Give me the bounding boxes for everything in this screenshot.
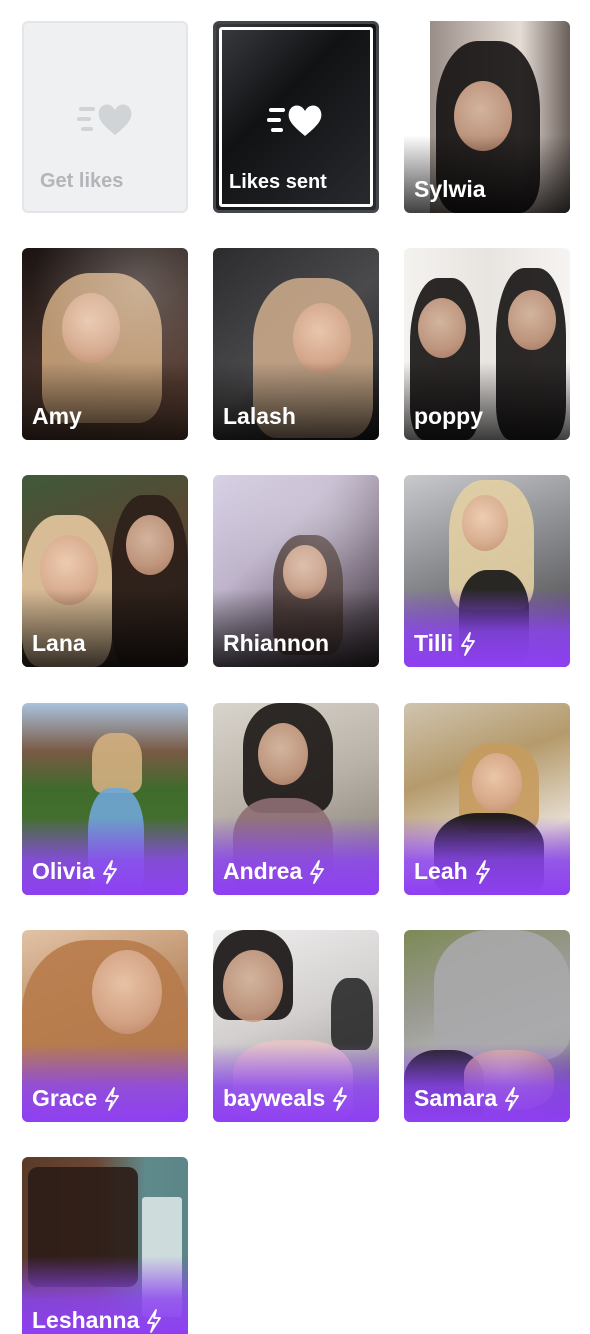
boost-bolt-icon xyxy=(147,1308,162,1333)
boost-bolt-icon xyxy=(310,859,325,884)
boost-bolt-icon xyxy=(105,1086,120,1111)
profile-name: bayweals xyxy=(223,1085,349,1112)
boost-bolt-icon xyxy=(102,859,117,884)
profile-card[interactable]: Lalash xyxy=(213,248,379,440)
profile-card[interactable]: Sylwia xyxy=(404,21,570,213)
profile-card[interactable]: Andrea xyxy=(213,703,379,895)
profile-card[interactable]: poppy xyxy=(404,248,570,440)
profile-name: poppy xyxy=(414,403,483,429)
profile-card[interactable]: Leah xyxy=(404,703,570,895)
profile-name: Andrea xyxy=(223,858,326,885)
boost-bolt-icon xyxy=(333,1086,348,1111)
profile-card[interactable]: Lana xyxy=(22,475,188,667)
profile-name: Grace xyxy=(32,1085,121,1112)
boost-bolt-icon xyxy=(461,631,476,656)
profile-name: Leah xyxy=(414,858,492,885)
profile-name: Tilli xyxy=(414,630,477,657)
profile-card[interactable]: Olivia xyxy=(22,703,188,895)
likes-grid: Get likes Likes sent Sylwia Amy Lalash p… xyxy=(0,0,590,1334)
profile-name: Lana xyxy=(32,630,86,656)
profile-card[interactable]: Leshanna xyxy=(22,1157,188,1334)
profile-card[interactable]: Grace xyxy=(22,930,188,1122)
profile-card[interactable]: Rhiannon xyxy=(213,475,379,667)
profile-name: Olivia xyxy=(32,858,119,885)
profile-card[interactable]: Samara xyxy=(404,930,570,1122)
get-likes-label: Get likes xyxy=(40,170,124,192)
profile-name: Lalash xyxy=(223,403,296,429)
likes-sent-tile[interactable]: Likes sent xyxy=(213,21,379,213)
profile-name: Sylwia xyxy=(414,176,486,202)
heart-send-icon xyxy=(77,104,132,135)
profile-name: Rhiannon xyxy=(223,630,330,656)
heart-send-icon xyxy=(267,105,322,136)
profile-card[interactable]: Tilli xyxy=(404,475,570,667)
likes-sent-label: Likes sent xyxy=(229,171,327,193)
profile-card[interactable]: Amy xyxy=(22,248,188,440)
profile-card[interactable]: bayweals xyxy=(213,930,379,1122)
boost-bolt-icon xyxy=(475,859,490,884)
boost-bolt-icon xyxy=(505,1086,520,1111)
profile-name: Amy xyxy=(32,403,82,429)
get-likes-tile[interactable]: Get likes xyxy=(22,21,188,213)
profile-name: Leshanna xyxy=(32,1307,163,1334)
profile-name: Samara xyxy=(414,1085,521,1112)
